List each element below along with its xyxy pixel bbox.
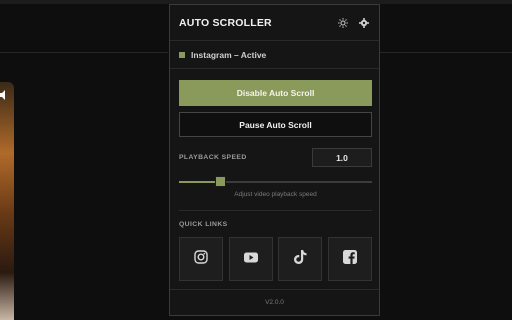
popup-title: AUTO SCROLLER (179, 16, 272, 29)
speed-hint: Adjust video playback speed (234, 191, 317, 198)
page-divider-left (0, 52, 168, 53)
status-indicator (179, 51, 185, 58)
pause-auto-scroll-button[interactable]: Pause Auto Scroll (179, 112, 372, 137)
header-icons (337, 17, 370, 29)
speed-slider-thumb[interactable] (215, 176, 226, 187)
popup-header: AUTO SCROLLER (170, 5, 379, 41)
speed-slider[interactable] (179, 176, 372, 187)
version-text: V2.0.0 (265, 299, 284, 306)
disable-auto-scroll-button[interactable]: Disable Auto Scroll (179, 80, 372, 106)
gear-icon[interactable] (358, 17, 370, 29)
tiktok-link[interactable] (278, 237, 323, 281)
quick-links (179, 237, 372, 281)
playback-speed-label: PLAYBACK SPEED (179, 154, 247, 161)
background-video[interactable] (0, 82, 14, 320)
facebook-link[interactable] (327, 237, 372, 281)
instagram-link[interactable] (179, 237, 223, 281)
section-divider (179, 210, 372, 211)
status-text: Instagram – Active (191, 49, 267, 60)
extension-popup: AUTO SCROLLER Instagram – Active Disable… (169, 4, 380, 316)
playback-speed-input[interactable]: 1.0 (312, 148, 372, 167)
page-divider-right (372, 52, 512, 53)
tiktok-icon (293, 249, 307, 269)
version-footer: V2.0.0 (170, 289, 379, 315)
quick-links-label: QUICK LINKS (179, 221, 228, 228)
sun-icon[interactable] (337, 17, 349, 29)
volume-icon[interactable] (0, 90, 7, 100)
status-row: Instagram – Active (170, 41, 379, 69)
instagram-icon (194, 249, 208, 269)
youtube-icon (243, 250, 258, 268)
youtube-link[interactable] (228, 237, 273, 281)
facebook-icon (342, 249, 357, 269)
